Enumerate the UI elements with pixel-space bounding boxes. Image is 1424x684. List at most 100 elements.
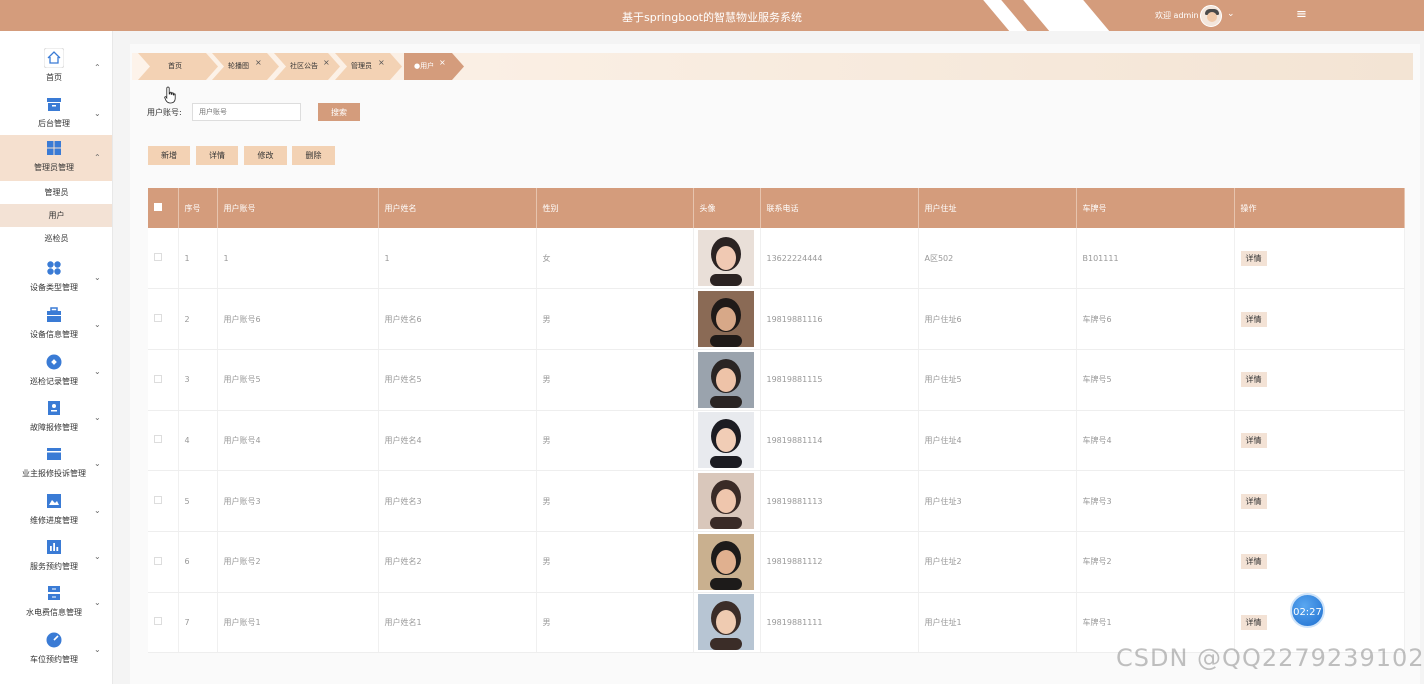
sidebar-item-complaint[interactable]: 业主报修投诉管理 ⌄ bbox=[0, 441, 112, 487]
row-checkbox[interactable] bbox=[148, 288, 179, 350]
hamburger-menu-icon[interactable]: ≡ bbox=[1296, 7, 1307, 22]
close-icon[interactable]: × bbox=[439, 58, 446, 67]
row-checkbox[interactable] bbox=[148, 349, 179, 411]
cell-action: 详情 bbox=[1234, 531, 1405, 593]
sidebar-item-admin-mgmt[interactable]: 管理员管理 ⌃ bbox=[0, 135, 112, 181]
id-badge-icon bbox=[48, 401, 60, 415]
row-checkbox[interactable] bbox=[148, 228, 179, 290]
chevron-down-icon[interactable]: ⌄ bbox=[1227, 9, 1235, 19]
cell-action: 详情 bbox=[1234, 288, 1405, 350]
avatar-photo[interactable] bbox=[697, 291, 754, 348]
sidebar-item-service[interactable]: 服务预约管理 ⌄ bbox=[0, 534, 112, 580]
submenu-item-user[interactable]: 用户 bbox=[0, 204, 112, 227]
cell-gender: 男 bbox=[536, 531, 694, 593]
col-header: 用户住址 bbox=[918, 188, 1077, 228]
row-detail-button[interactable]: 详情 bbox=[1240, 432, 1267, 448]
tab-user[interactable]: ●用户 bbox=[414, 61, 434, 71]
sidebar-item-device-type[interactable]: 设备类型管理 ⌄ bbox=[0, 255, 112, 301]
table-row: 1 1 1 女 13622224444 A区502 B101111 详情 bbox=[148, 228, 1405, 290]
sidebar-item-fault[interactable]: 故障报修管理 ⌄ bbox=[0, 395, 112, 441]
cell-address: 用户住址6 bbox=[918, 288, 1077, 350]
close-icon[interactable]: × bbox=[323, 58, 330, 67]
delete-button[interactable]: 删除 bbox=[292, 146, 335, 165]
search-input[interactable] bbox=[192, 103, 301, 121]
watermark: CSDN @QQ2279239102 bbox=[1116, 644, 1424, 672]
sidebar-item-progress[interactable]: 维修进度管理 ⌄ bbox=[0, 488, 112, 534]
cell-action: 详情 bbox=[1234, 349, 1405, 411]
sidebar-item-backend[interactable]: 后台管理 ⌄ bbox=[0, 91, 112, 137]
col-header: 性别 bbox=[536, 188, 694, 228]
cell-plate: 车牌号4 bbox=[1076, 410, 1235, 472]
tab-carousel[interactable]: 轮播图 bbox=[228, 61, 249, 71]
row-detail-button[interactable]: 详情 bbox=[1240, 372, 1267, 388]
edit-button[interactable]: 修改 bbox=[244, 146, 287, 165]
data-table: 序号 用户账号 用户姓名 性别 头像 联系电话 用户住址 车牌号 操作 1 1 … bbox=[148, 188, 1405, 654]
cell-plate: 车牌号6 bbox=[1076, 288, 1235, 350]
chevron-down-icon: ⌄ bbox=[94, 320, 101, 329]
avatar-photo[interactable] bbox=[697, 533, 754, 590]
tab-admin[interactable]: 管理员 bbox=[351, 61, 372, 71]
row-checkbox[interactable] bbox=[148, 470, 179, 532]
avatar-photo[interactable] bbox=[697, 412, 754, 469]
cell-avatar bbox=[693, 228, 761, 290]
cell-address: 用户住址4 bbox=[918, 410, 1077, 472]
tab-notice[interactable]: 社区公告 bbox=[290, 61, 318, 71]
cell-name: 用户姓名2 bbox=[378, 531, 537, 593]
row-checkbox[interactable] bbox=[148, 531, 179, 593]
cell-phone: 19819881114 bbox=[760, 410, 919, 472]
cell-avatar bbox=[693, 470, 761, 532]
sidebar-item-utility[interactable]: 水电费信息管理 ⌄ bbox=[0, 580, 112, 626]
avatar-photo[interactable] bbox=[697, 473, 754, 530]
sidebar-item-inspection[interactable]: 巡检记录管理 ⌄ bbox=[0, 349, 112, 395]
avatar-photo[interactable] bbox=[697, 351, 754, 408]
table-header-row: 序号 用户账号 用户姓名 性别 头像 联系电话 用户住址 车牌号 操作 bbox=[148, 188, 1405, 228]
sidebar-item-label: 维修进度管理 bbox=[30, 516, 78, 525]
detail-button[interactable]: 详情 bbox=[196, 146, 238, 165]
gauge-icon bbox=[46, 632, 62, 648]
cell-avatar bbox=[693, 349, 761, 411]
close-icon[interactable]: × bbox=[378, 58, 385, 67]
row-detail-button[interactable]: 详情 bbox=[1240, 554, 1267, 570]
chevron-down-icon: ⌄ bbox=[94, 645, 101, 654]
sidebar-item-label: 服务预约管理 bbox=[30, 562, 78, 571]
cell-avatar bbox=[693, 410, 761, 472]
server-icon bbox=[48, 586, 60, 600]
cell-phone: 19819881116 bbox=[760, 288, 919, 350]
chevron-down-icon: ⌄ bbox=[94, 552, 101, 561]
submenu-item-admin[interactable]: 管理员 bbox=[0, 181, 112, 204]
avatar-face bbox=[1207, 12, 1217, 22]
sidebar-item-label: 故障报修管理 bbox=[30, 423, 78, 432]
col-header: 头像 bbox=[693, 188, 761, 228]
cell-account: 用户账号1 bbox=[217, 592, 379, 654]
sidebar-item-label: 后台管理 bbox=[38, 119, 70, 128]
cell-account: 用户账号3 bbox=[217, 470, 379, 532]
row-checkbox[interactable] bbox=[148, 410, 179, 472]
add-button[interactable]: 新增 bbox=[148, 146, 190, 165]
cell-plate: B101111 bbox=[1076, 228, 1235, 290]
card-icon bbox=[47, 448, 61, 460]
row-detail-button[interactable]: 详情 bbox=[1240, 311, 1267, 327]
tab-home[interactable]: 首页 bbox=[168, 61, 182, 71]
select-all-checkbox[interactable] bbox=[148, 188, 179, 228]
bar-chart-icon bbox=[47, 540, 61, 554]
chevron-down-icon: ⌄ bbox=[94, 598, 101, 607]
search-button[interactable]: 搜索 bbox=[318, 103, 360, 121]
row-detail-button[interactable]: 详情 bbox=[1240, 493, 1267, 509]
row-checkbox[interactable] bbox=[148, 592, 179, 654]
avatar-photo[interactable] bbox=[697, 230, 754, 287]
cell-avatar bbox=[693, 288, 761, 350]
row-detail-button[interactable]: 详情 bbox=[1240, 614, 1267, 630]
sidebar-item-parking[interactable]: 车位预约管理 ⌄ bbox=[0, 627, 112, 673]
cell-plate: 车牌号3 bbox=[1076, 470, 1235, 532]
sidebar-item-home[interactable]: 首页 ⌃ bbox=[0, 45, 112, 91]
chevron-down-icon: ⌄ bbox=[94, 109, 101, 118]
timer-badge[interactable]: 02:27 bbox=[1290, 593, 1325, 628]
submenu-item-inspector[interactable]: 巡检员 bbox=[0, 227, 112, 250]
cell-action: 详情 bbox=[1234, 470, 1405, 532]
user-avatar[interactable] bbox=[1200, 5, 1222, 27]
close-icon[interactable]: × bbox=[255, 58, 262, 67]
row-detail-button[interactable]: 详情 bbox=[1240, 250, 1267, 266]
cell-account: 1 bbox=[217, 228, 379, 290]
avatar-photo[interactable] bbox=[697, 594, 754, 651]
sidebar-item-device-info[interactable]: 设备信息管理 ⌄ bbox=[0, 302, 112, 348]
